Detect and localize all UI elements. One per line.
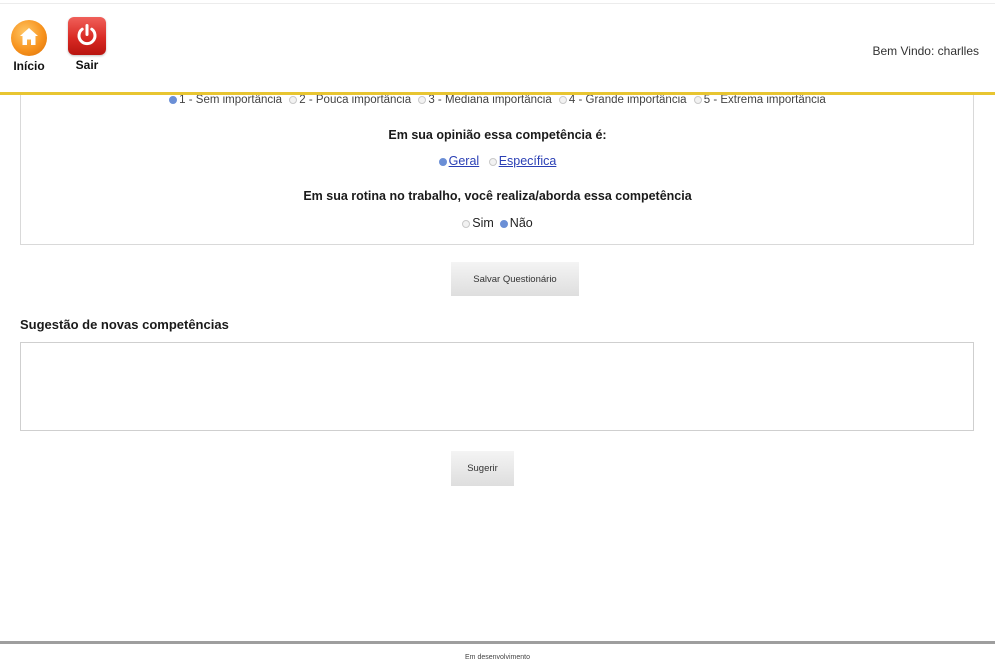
- radio-selected-icon[interactable]: [438, 157, 447, 166]
- home-button[interactable]: Início: [3, 20, 55, 73]
- option-nao[interactable]: Não: [499, 216, 533, 230]
- logout-label: Sair: [75, 58, 99, 72]
- radio-icon[interactable]: [289, 95, 298, 104]
- especifica-link[interactable]: Específica: [499, 154, 557, 168]
- routine-question: Em sua rotina no trabalho, você realiza/…: [303, 189, 692, 203]
- home-icon: [11, 20, 47, 56]
- option-geral[interactable]: Geral: [438, 154, 480, 168]
- welcome-text: Bem Vindo: charlles: [872, 44, 980, 58]
- footer-text: Em desenvolvimento: [465, 654, 530, 661]
- scale-option[interactable]: 3 - Mediana importância: [418, 95, 552, 106]
- home-label: Início: [13, 59, 45, 73]
- importance-scale: 1 - Sem importância 2 - Pouca importânci…: [0, 95, 995, 107]
- geral-link[interactable]: Geral: [449, 154, 480, 168]
- radio-selected-icon[interactable]: [169, 95, 178, 104]
- option-sim[interactable]: Sim: [462, 216, 494, 230]
- power-icon: [68, 17, 106, 55]
- radio-icon[interactable]: [558, 95, 567, 104]
- radio-selected-icon[interactable]: [499, 219, 508, 228]
- opinion-question: Em sua opinião essa competência é:: [388, 128, 607, 142]
- scale-option[interactable]: 2 - Pouca importância: [289, 95, 411, 106]
- sim-label: Sim: [472, 216, 494, 230]
- logout-button[interactable]: Sair: [61, 17, 113, 72]
- routine-options: Sim Não: [0, 216, 995, 230]
- radio-icon[interactable]: [693, 95, 702, 104]
- radio-icon[interactable]: [488, 157, 497, 166]
- opinion-options: Geral Específica: [0, 154, 995, 168]
- page: Início Sair Bem Vindo: charlles 1 - Sem …: [0, 0, 995, 666]
- scale-option[interactable]: 4 - Grande importância: [558, 95, 687, 106]
- suggest-button[interactable]: Sugerir: [451, 451, 514, 486]
- scale-option[interactable]: 5 - Extrema importância: [693, 95, 826, 106]
- nao-label: Não: [509, 216, 533, 230]
- option-especifica[interactable]: Específica: [488, 154, 557, 168]
- suggestion-title: Sugestão de novas competências: [20, 317, 229, 332]
- suggestion-textarea[interactable]: [20, 342, 974, 431]
- header: Início Sair Bem Vindo: charlles: [0, 4, 995, 92]
- footer-rule: [0, 641, 995, 644]
- save-questionnaire-button[interactable]: Salvar Questionário: [451, 262, 579, 296]
- radio-icon[interactable]: [462, 219, 471, 228]
- radio-icon[interactable]: [418, 95, 427, 104]
- scale-option[interactable]: 1 - Sem importância: [169, 95, 282, 106]
